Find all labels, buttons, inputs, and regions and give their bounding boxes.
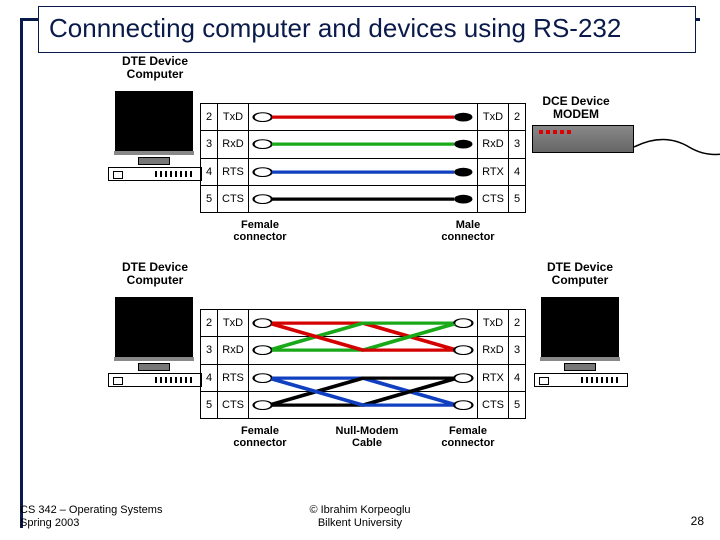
footer-text: Bilkent University	[318, 517, 402, 529]
computer-icon	[534, 297, 626, 377]
pin-number-left: 4	[201, 158, 218, 185]
wire-icon	[249, 185, 478, 212]
slide-title: Connnecting computer and devices using R…	[38, 6, 696, 53]
pin-number-right: 2	[509, 104, 526, 131]
label-text: DTE Device	[122, 260, 188, 274]
pin-number-right: 4	[509, 158, 526, 185]
pin-label-right: TxD	[478, 310, 509, 337]
wire-icon	[249, 364, 478, 391]
pin-row: 3RxD RxD3	[201, 337, 526, 364]
connector-label-top-right: Male connector	[428, 219, 508, 243]
diagram-area: DTE Device Computer 2TxD TxD23RxD RxD34R…	[60, 55, 680, 467]
dte-label-bot-left: DTE Device Computer	[115, 261, 195, 287]
wire-icon	[249, 391, 478, 418]
diagram-bottom: DTE Device Computer 2TxD TxD23RxD RxD34R…	[60, 261, 680, 461]
label-text: Computer	[127, 67, 184, 81]
footer-text: © Ibrahim Korpeoglu	[309, 504, 410, 516]
pin-number-right: 5	[509, 185, 526, 212]
pin-label-left: TxD	[218, 104, 249, 131]
computer-icon	[108, 91, 200, 171]
cable-label-null-modem: Null-Modem Cable	[322, 425, 412, 449]
pin-number-left: 5	[201, 185, 218, 212]
pin-label-right: RTX	[478, 158, 509, 185]
pin-row: 2TxD TxD2	[201, 310, 526, 337]
computer-icon	[108, 297, 200, 377]
pin-label-right: RTX	[478, 364, 509, 391]
pin-row: 4RTS RTX4	[201, 158, 526, 185]
label-text: MODEM	[553, 107, 599, 121]
label-text: Computer	[127, 273, 184, 287]
label-text: DTE Device	[122, 54, 188, 68]
diagram-top: DTE Device Computer 2TxD TxD23RxD RxD34R…	[60, 55, 680, 255]
pin-row: 2TxD TxD2	[201, 104, 526, 131]
pin-number-left: 2	[201, 104, 218, 131]
pin-row: 3RxD RxD3	[201, 131, 526, 158]
dte-label-top-left: DTE Device Computer	[115, 55, 195, 81]
title-bar: Connnecting computer and devices using R…	[20, 6, 700, 53]
connector-label-top-left: Female connector	[220, 219, 300, 243]
pin-table-bottom: 2TxD TxD23RxD RxD34RTS RTX45CTS CTS5	[200, 309, 526, 419]
pin-label-left: CTS	[218, 185, 249, 212]
dte-label-bot-right: DTE Device Computer	[540, 261, 620, 287]
pin-number-right: 3	[509, 131, 526, 158]
pin-row: 5CTS CTS5	[201, 185, 526, 212]
pin-label-left: RxD	[218, 131, 249, 158]
pin-label-left: RTS	[218, 158, 249, 185]
pin-number-left: 3	[201, 131, 218, 158]
label-text: DTE Device	[547, 260, 613, 274]
pin-label-left: RxD	[218, 337, 249, 364]
footer-copyright: © Ibrahim Korpeoglu Bilkent University	[0, 504, 720, 530]
connector-label-bot-left: Female connector	[220, 425, 300, 449]
connector-label-bot-right: Female connector	[428, 425, 508, 449]
label-text: Computer	[552, 273, 609, 287]
pin-label-right: CTS	[478, 185, 509, 212]
pin-number-right: 5	[509, 391, 526, 418]
dce-label-top-right: DCE Device MODEM	[536, 95, 616, 121]
pin-number-right: 3	[509, 337, 526, 364]
pin-label-right: TxD	[478, 104, 509, 131]
pin-label-right: RxD	[478, 131, 509, 158]
pin-number-left: 4	[201, 364, 218, 391]
wire-icon	[249, 158, 478, 185]
wire-icon	[249, 131, 478, 158]
pin-number-left: 2	[201, 310, 218, 337]
pin-label-right: RxD	[478, 337, 509, 364]
wire-icon	[249, 337, 478, 364]
label-text: DCE Device	[542, 94, 609, 108]
pin-number-left: 3	[201, 337, 218, 364]
wire-icon	[249, 104, 478, 131]
pin-number-right: 2	[509, 310, 526, 337]
pin-label-right: CTS	[478, 391, 509, 418]
pin-label-left: RTS	[218, 364, 249, 391]
modem-icon	[532, 125, 692, 153]
pin-table-top: 2TxD TxD23RxD RxD34RTS RTX45CTS CTS5	[200, 103, 526, 213]
page-number: 28	[691, 514, 704, 528]
pin-row: 4RTS RTX4	[201, 364, 526, 391]
wire-icon	[249, 310, 478, 337]
pin-number-left: 5	[201, 391, 218, 418]
pin-number-right: 4	[509, 364, 526, 391]
pin-row: 5CTS CTS5	[201, 391, 526, 418]
pin-label-left: CTS	[218, 391, 249, 418]
pin-label-left: TxD	[218, 310, 249, 337]
